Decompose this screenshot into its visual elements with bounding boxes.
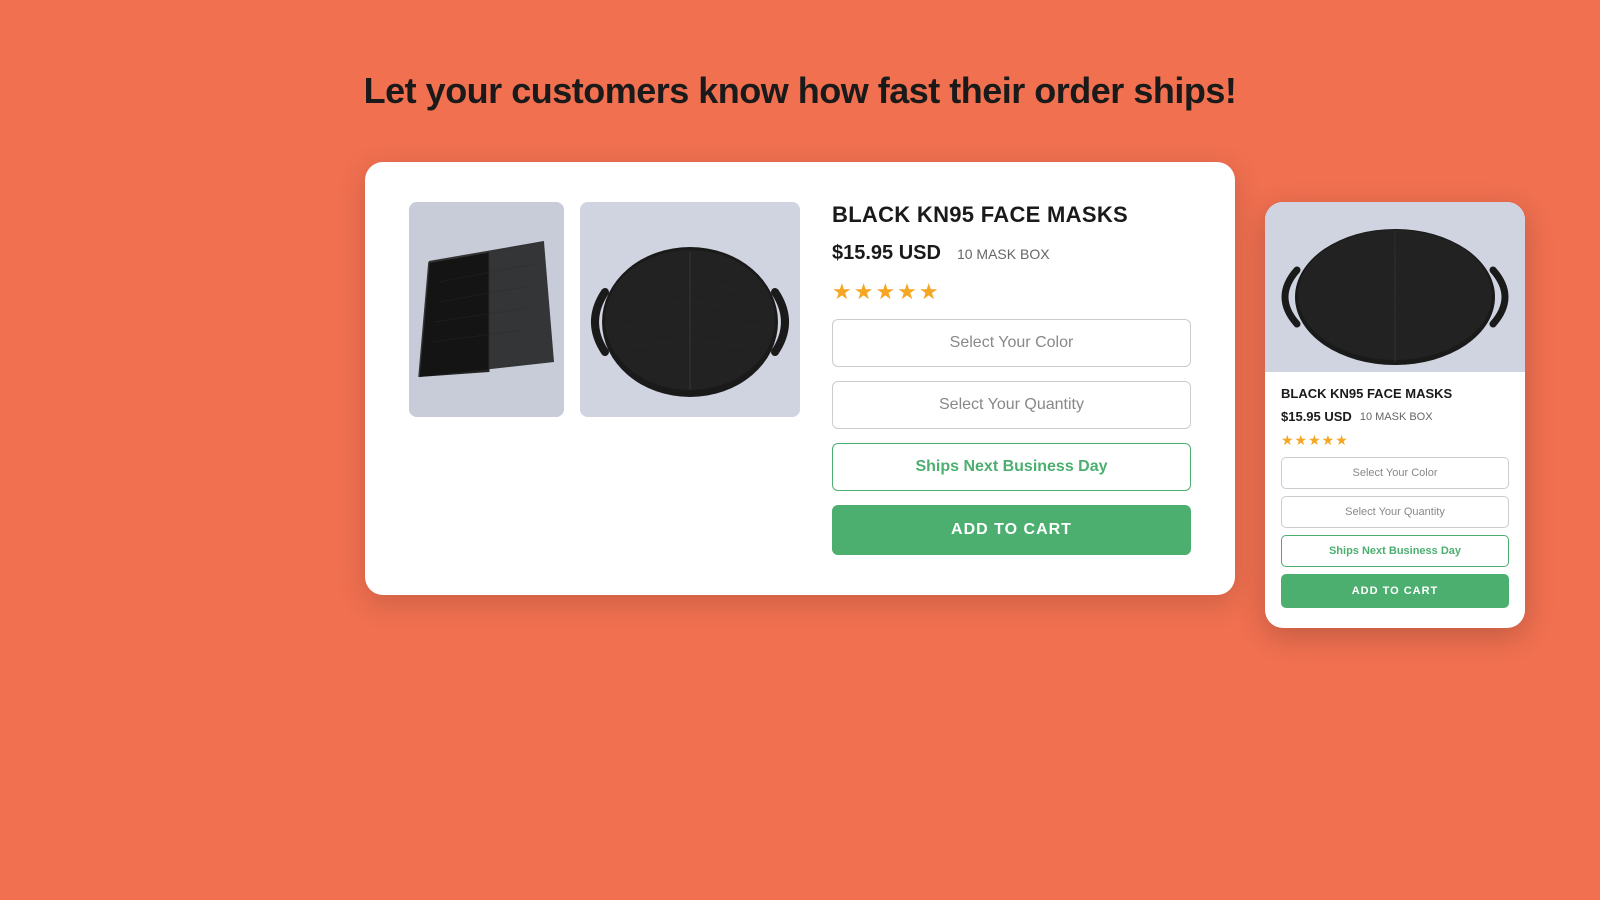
- select-color-button[interactable]: Select Your Color: [832, 319, 1191, 367]
- headline: Let your customers know how fast their o…: [364, 70, 1237, 112]
- product-price-sub: 10 MASK BOX: [957, 246, 1050, 262]
- product-price: $15.95 USD: [832, 242, 941, 265]
- price-row: $15.95 USD 10 MASK BOX: [832, 242, 1191, 265]
- mobile-product-card: BLACK KN95 FACE MASKS $15.95 USD 10 MASK…: [1265, 202, 1525, 628]
- mobile-product-price-sub: 10 MASK BOX: [1360, 411, 1433, 423]
- product-info: BLACK KN95 FACE MASKS $15.95 USD 10 MASK…: [832, 202, 1191, 555]
- mobile-price-row: $15.95 USD 10 MASK BOX: [1281, 409, 1509, 424]
- product-image-main: [580, 202, 800, 417]
- add-to-cart-button[interactable]: ADD TO CART: [832, 505, 1191, 555]
- mobile-select-quantity-button[interactable]: Select Your Quantity: [1281, 496, 1509, 528]
- ships-next-day-button[interactable]: Ships Next Business Day: [832, 443, 1191, 491]
- mobile-star-rating: ★★★★★: [1281, 432, 1509, 449]
- star-rating: ★★★★★: [832, 279, 1191, 305]
- product-title: BLACK KN95 FACE MASKS: [832, 202, 1191, 228]
- product-thumbnail-small: [409, 202, 564, 417]
- select-quantity-button[interactable]: Select Your Quantity: [832, 381, 1191, 429]
- image-gallery: [409, 202, 800, 555]
- mobile-add-to-cart-button[interactable]: ADD TO CART: [1281, 574, 1509, 608]
- mobile-product-title: BLACK KN95 FACE MASKS: [1281, 386, 1509, 401]
- mobile-ships-next-day-button[interactable]: Ships Next Business Day: [1281, 535, 1509, 567]
- mobile-product-price: $15.95 USD: [1281, 409, 1352, 424]
- desktop-product-card: BLACK KN95 FACE MASKS $15.95 USD 10 MASK…: [365, 162, 1235, 595]
- mobile-select-color-button[interactable]: Select Your Color: [1281, 457, 1509, 489]
- mobile-buttons: Select Your Color Select Your Quantity S…: [1265, 457, 1525, 608]
- mobile-product-image: [1265, 202, 1525, 372]
- mobile-product-info: BLACK KN95 FACE MASKS $15.95 USD 10 MASK…: [1265, 372, 1525, 449]
- main-content: BLACK KN95 FACE MASKS $15.95 USD 10 MASK…: [365, 162, 1235, 595]
